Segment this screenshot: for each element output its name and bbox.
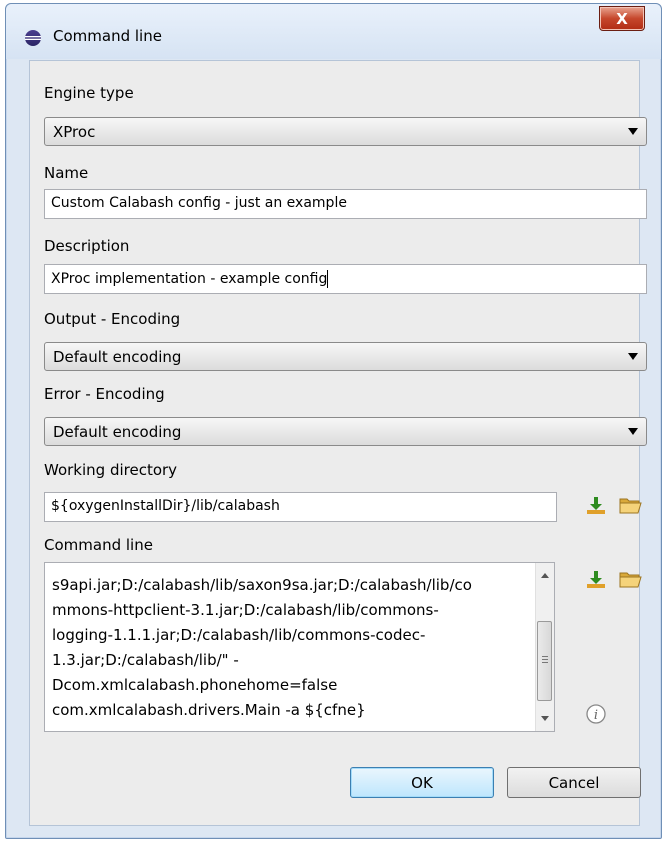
vertical-scrollbar[interactable] (535, 563, 554, 731)
insert-editor-variable-icon[interactable] (585, 495, 607, 517)
command-line-value: s9api.jar;D:/calabash/lib/saxon9sa.jar;D… (52, 576, 472, 719)
insert-editor-variable-icon[interactable] (585, 569, 607, 591)
output-encoding-label: Output - Encoding (44, 310, 181, 328)
name-field[interactable]: Custom Calabash config - just an example (44, 189, 647, 219)
chevron-down-icon (628, 353, 638, 360)
command-line-textarea[interactable]: s9api.jar;D:/calabash/lib/saxon9sa.jar;D… (44, 562, 555, 732)
working-directory-field[interactable]: ${oxygenInstallDir}/lib/calabash (44, 492, 557, 522)
scrollbar-thumb[interactable] (537, 621, 552, 701)
error-encoding-value: Default encoding (53, 423, 182, 441)
command-line-label: Command line (44, 536, 153, 554)
ok-button[interactable]: OK (350, 767, 494, 798)
description-value: XProc implementation - example config (51, 271, 328, 287)
engine-type-select[interactable]: XProc (44, 117, 647, 146)
error-encoding-label: Error - Encoding (44, 385, 165, 403)
name-value: Custom Calabash config - just an example (51, 195, 347, 211)
chevron-down-icon (628, 428, 638, 435)
scroll-down-arrow-icon[interactable] (541, 716, 549, 721)
engine-type-value: XProc (53, 123, 96, 141)
working-directory-label: Working directory (44, 461, 178, 479)
chevron-down-icon (628, 128, 638, 135)
text-cursor (327, 270, 329, 288)
engine-type-label: Engine type (44, 84, 134, 102)
open-folder-icon[interactable] (618, 568, 644, 590)
error-encoding-select[interactable]: Default encoding (44, 417, 647, 446)
description-label: Description (44, 237, 130, 255)
info-icon[interactable]: i (585, 703, 607, 725)
svg-text:i: i (594, 708, 598, 723)
dialog-content: Engine type XProc Name Custom Calabash c… (29, 60, 647, 826)
working-directory-value: ${oxygenInstallDir}/lib/calabash (51, 498, 280, 514)
scroll-up-arrow-icon[interactable] (541, 573, 549, 578)
name-label: Name (44, 164, 89, 182)
description-field[interactable]: XProc implementation - example config (44, 264, 647, 294)
eclipse-icon (25, 30, 41, 46)
cancel-button[interactable]: Cancel (507, 767, 641, 798)
open-folder-icon[interactable] (618, 494, 644, 516)
close-button[interactable]: X (599, 6, 645, 31)
output-encoding-select[interactable]: Default encoding (44, 342, 647, 371)
dialog-window: Command line X Engine type XProc Name Cu… (5, 3, 662, 839)
title-bar[interactable]: Command line X (6, 4, 661, 59)
window-title: Command line (53, 27, 162, 45)
grip-icon (542, 656, 548, 657)
output-encoding-value: Default encoding (53, 348, 182, 366)
